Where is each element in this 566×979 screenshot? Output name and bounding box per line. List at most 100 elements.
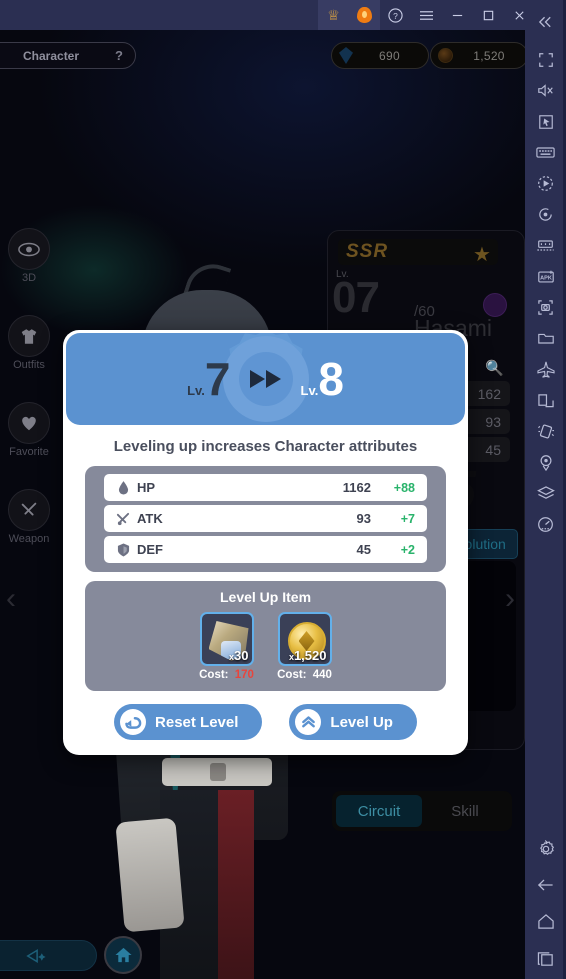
- element-badge-icon: [483, 293, 507, 317]
- rail-item-favorite[interactable]: Favorite: [6, 402, 52, 458]
- level-up-item-1[interactable]: x30 Cost: 170: [195, 612, 259, 681]
- item-1-cost-label: Cost:: [199, 669, 229, 681]
- rail-label-weapon: Weapon: [8, 533, 50, 545]
- cursor-icon[interactable]: [525, 106, 566, 137]
- folder-icon[interactable]: [525, 323, 566, 354]
- macro-record-icon[interactable]: [525, 168, 566, 199]
- game-viewport: Character ? 690 1,520 3D Outfits Favorit…: [0, 30, 525, 979]
- keyboard-icon[interactable]: [525, 137, 566, 168]
- stat-name-atk: ATK: [137, 511, 163, 526]
- dialog-button-row: Reset Level Level Up: [63, 704, 468, 740]
- stat-name-def: DEF: [137, 542, 163, 557]
- rail-label-3d: 3D: [21, 272, 37, 284]
- maximize-icon[interactable]: [473, 0, 504, 30]
- reset-level-label: Reset Level: [155, 713, 239, 731]
- reset-level-button[interactable]: Reset Level: [114, 704, 263, 740]
- mute-icon[interactable]: [525, 75, 566, 106]
- help-icon[interactable]: ?: [380, 0, 411, 30]
- next-character-arrow[interactable]: ›: [505, 582, 515, 616]
- gold-coin-icon[interactable]: x1,520: [277, 612, 332, 666]
- home-nav-icon[interactable]: [525, 903, 566, 939]
- install-apk-icon[interactable]: APK: [525, 261, 566, 292]
- performance-icon[interactable]: [525, 509, 566, 540]
- level-up-item-2[interactable]: x1,520 Cost: 440: [273, 612, 337, 681]
- rail-item-weapon[interactable]: Weapon: [6, 489, 52, 545]
- stat-name-hp: HP: [137, 480, 156, 495]
- sword-icon: [114, 512, 132, 526]
- item-1-cost-amount: 170: [234, 669, 254, 681]
- back-nav-icon[interactable]: [525, 867, 566, 903]
- home-button[interactable]: [104, 936, 142, 974]
- back-arrow-icon: [25, 948, 46, 963]
- level-up-label: Level Up: [330, 713, 393, 731]
- stat-delta-def: +2: [400, 542, 415, 557]
- shield-icon: [114, 543, 132, 557]
- flame-icon[interactable]: [349, 0, 380, 30]
- droplet-icon: [114, 480, 132, 495]
- item-2-cost: Cost: 440: [273, 669, 337, 681]
- level-to-label: Lv.: [300, 383, 319, 398]
- stat-value-atk: 93: [356, 511, 371, 526]
- shirt-icon: [8, 315, 50, 357]
- fullscreen-icon[interactable]: [525, 44, 566, 75]
- minimize-icon[interactable]: [442, 0, 473, 30]
- layers-icon[interactable]: [525, 478, 566, 509]
- stat-row-atk: ATK 93 +7: [104, 505, 427, 532]
- settings-gear-icon[interactable]: [525, 831, 566, 867]
- prev-character-arrow[interactable]: ‹: [6, 582, 16, 616]
- double-chevron-up-icon: [295, 709, 322, 735]
- recents-nav-icon[interactable]: [525, 939, 566, 979]
- screenshot-icon[interactable]: [525, 292, 566, 323]
- rail-label-favorite: Favorite: [9, 446, 49, 458]
- help-question-icon[interactable]: ?: [115, 48, 123, 63]
- fast-forward-icon: [231, 367, 301, 391]
- rail-item-outfits[interactable]: Outfits: [6, 315, 52, 371]
- collapse-sidebar-icon[interactable]: [525, 0, 566, 44]
- level-up-items-row: x30 Cost: 170 x1,520 Cost: 440: [85, 612, 446, 681]
- multi-instance-icon[interactable]: [525, 230, 566, 261]
- level-up-items-title: Level Up Item: [219, 589, 312, 605]
- dialog-subtitle: Leveling up increases Character attribut…: [113, 438, 418, 455]
- hud-top-bar: Character ? 690 1,520: [0, 30, 525, 82]
- stat-value-hp: 1162: [342, 480, 371, 495]
- stats-panel: HP 1162 +88 ATK 93 +7 DEF 45 +2: [85, 466, 446, 572]
- level-from-value: 7: [204, 353, 231, 405]
- stat-delta-atk: +7: [400, 511, 415, 526]
- premium-crown-icon[interactable]: ♕: [318, 0, 349, 30]
- item-2-quantity: x1,520: [288, 648, 327, 663]
- gold-coin-icon: [438, 48, 453, 63]
- screen-root: ♕ ? Character ? 690 1,520 3D Outfits Fav…: [0, 0, 566, 979]
- location-icon[interactable]: [525, 447, 566, 478]
- airplane-icon[interactable]: [525, 354, 566, 385]
- level-up-button[interactable]: Level Up: [289, 704, 417, 740]
- gem-amount: 690: [379, 48, 400, 63]
- rail-item-3d[interactable]: 3D: [6, 228, 52, 284]
- stat-value-def: 45: [356, 542, 371, 557]
- currency-gem[interactable]: 690: [331, 42, 429, 69]
- gold-amount: 1,520: [473, 48, 505, 63]
- tab-skill[interactable]: Skill: [422, 795, 508, 827]
- material-scroll-icon[interactable]: x30: [199, 612, 254, 666]
- character-screen-button[interactable]: Character ?: [0, 42, 136, 69]
- menu-icon[interactable]: [411, 0, 442, 30]
- sword-icon: [8, 489, 50, 531]
- svg-text:?: ?: [393, 10, 398, 20]
- tab-circuit[interactable]: Circuit: [336, 795, 422, 827]
- left-tool-rail: 3D Outfits Favorite Weapon: [6, 228, 52, 576]
- home-icon: [114, 947, 132, 963]
- back-button[interactable]: [0, 940, 97, 971]
- item-2-cost-label: Cost:: [277, 669, 307, 681]
- star-icon: ★: [473, 244, 491, 266]
- currency-gold[interactable]: 1,520: [430, 42, 525, 69]
- rotate-screen-icon[interactable]: [525, 385, 566, 416]
- search-icon[interactable]: 🔍: [485, 359, 504, 377]
- level-up-dialog: Lv. 7 Lv. 8 Leveling up increases Charac…: [63, 330, 468, 755]
- rotate-icon[interactable]: [525, 199, 566, 230]
- item-2-cost-amount: 440: [312, 669, 332, 681]
- emulator-title-bar: ♕ ?: [0, 0, 566, 30]
- level-from: Lv. 7: [187, 356, 230, 402]
- heart-icon: [8, 402, 50, 444]
- emulator-sidebar: APK: [525, 0, 566, 979]
- rarity-label: SSR: [346, 241, 389, 262]
- shake-icon[interactable]: [525, 416, 566, 447]
